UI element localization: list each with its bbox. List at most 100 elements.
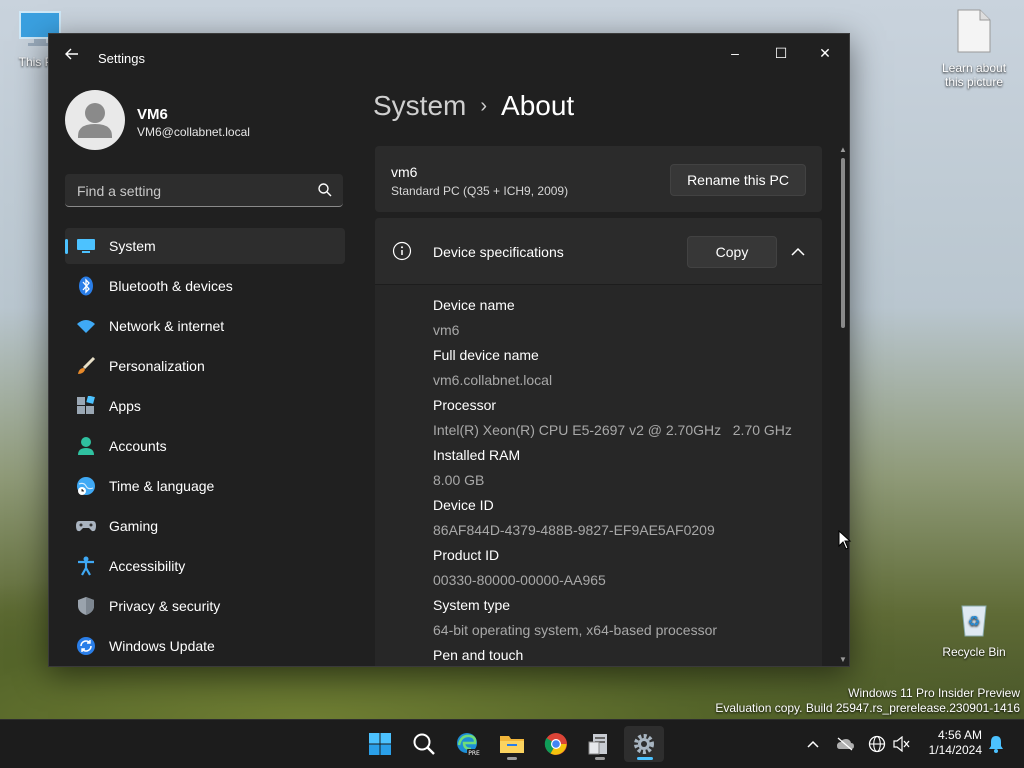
pc-name-card: vm6 Standard PC (Q35 + ICH9, 2009) Renam… [375,146,822,212]
scroll-down-icon[interactable]: ▼ [839,656,847,664]
desktop-icon-learn-picture[interactable]: Learn about this picture [936,8,1012,89]
sidebar-item-label: Time & language [109,478,215,494]
shield-icon [75,595,97,617]
spec-value: 8.00 GB [433,472,485,488]
search-icon [413,733,435,755]
scroll-up-icon[interactable]: ▲ [839,146,847,154]
spec-value: vm6 [433,322,460,338]
spec-value: vm6.collabnet.local [433,372,553,388]
spec-value: 64-bit operating system, x64-based proce… [433,622,718,638]
gear-icon [634,734,654,754]
breadcrumb-parent[interactable]: System [373,90,466,122]
sidebar-item-bluetooth[interactable]: Bluetooth & devices [65,268,345,304]
system-clock[interactable]: 4:56 AM 1/14/2024 [929,728,982,758]
wifi-icon [75,315,97,337]
back-arrow-icon [65,48,78,60]
sidebar-item-accessibility[interactable]: Accessibility [65,548,345,584]
desktop-icon-label: Learn about this picture [941,61,1007,89]
sidebar-item-gaming[interactable]: Gaming [65,508,345,544]
sidebar-item-network[interactable]: Network & internet [65,308,345,344]
edge-app[interactable]: PRE [448,726,488,762]
spec-label: Pen and touch [433,647,524,663]
spec-label: Processor [433,397,497,413]
user-avatar-icon [78,103,112,138]
watermark-line-2: Evaluation copy. Build 25947.rs_prerelea… [715,701,1020,715]
minimize-button[interactable]: – [713,38,757,68]
close-button[interactable]: ✕ [803,38,847,68]
volume-muted-icon[interactable] [892,734,912,754]
spec-label: Device name [433,297,515,313]
profile-name: VM6 [137,106,168,123]
search-input[interactable] [75,174,309,208]
sidebar-item-label: Gaming [109,518,159,534]
page-title: About [501,90,575,121]
file-explorer-app[interactable] [492,726,532,762]
search-box[interactable] [65,174,343,208]
pc-model: Standard PC (Q35 + ICH9, 2009) [391,184,569,198]
settings-app[interactable] [624,726,664,762]
network-globe-icon[interactable] [867,734,887,754]
maximize-icon: ☐ [774,45,788,61]
document-icon [936,8,1012,57]
spec-label: Device ID [433,497,494,513]
sidebar-item-privacy[interactable]: Privacy & security [65,588,345,624]
scrollbar[interactable]: ▲ ▼ [838,146,848,664]
maximize-button[interactable]: ☐ [759,38,803,68]
spec-label: System type [433,597,511,613]
chevron-up-icon[interactable] [788,242,808,262]
search-icon[interactable] [317,182,333,198]
chevron-up-icon[interactable] [803,734,823,754]
notification-bell-icon[interactable] [986,734,1006,754]
sidebar-item-label: Bluetooth & devices [109,278,233,294]
sidebar-item-apps[interactable]: Apps [65,388,345,424]
watermark-line-1: Windows 11 Pro Insider Preview [848,686,1020,700]
brush-icon [75,355,97,377]
sidebar-item-accounts[interactable]: Accounts [65,428,345,464]
sidebar-item-windows-update[interactable]: Windows Update [65,628,345,664]
avatar[interactable] [65,90,125,150]
chrome-icon [544,733,567,755]
settings-window: Settings – ☐ ✕ VM6 VM6@collabnet.local S… [48,33,850,667]
desktop-icon-label: Recycle Bin [942,645,1006,659]
chrome-app[interactable] [536,726,576,762]
active-indicator [637,757,653,760]
windows-logo-icon [369,733,391,755]
spec-value: 00330-80000-00000-AA965 [433,572,606,588]
device-specifications-header[interactable]: Device specifications Copy [375,218,822,285]
start-button[interactable] [360,726,400,762]
copy-button[interactable]: Copy [687,236,777,268]
sidebar-item-system[interactable]: System [65,228,345,264]
time-language-icon [75,475,97,497]
onedrive-offline-icon[interactable] [835,734,855,754]
close-icon: ✕ [819,45,831,61]
sidebar-item-personalization[interactable]: Personalization [65,348,345,384]
sidebar-item-label: Windows Update [109,638,215,654]
sidebar-item-label: Accounts [109,438,167,454]
scroll-thumb[interactable] [841,158,845,328]
search-button[interactable] [404,726,444,762]
device-specifications-card: Device specifications Copy Device name v… [375,218,822,666]
sidebar-item-label: Network & internet [109,318,225,334]
accounts-icon [75,435,97,457]
rename-pc-button[interactable]: Rename this PC [670,164,806,196]
back-button[interactable] [61,46,83,68]
apps-icon [75,395,97,417]
evaluation-watermark: Windows 11 Pro Insider Preview Evaluatio… [715,686,1020,716]
sidebar-item-time-language[interactable]: Time & language [65,468,345,504]
recycle-bin-icon: ♻ [936,600,1012,641]
sidebar-item-label: Personalization [109,358,205,374]
server-app[interactable] [580,726,620,762]
desktop-icon-recycle-bin[interactable]: ♻ Recycle Bin [936,600,1012,659]
server-manager-icon [588,734,607,755]
taskbar: PRE 4:56 AM 1/14/2024 [0,719,1024,768]
profile-email: VM6@collabnet.local [137,125,250,139]
sidebar-item-label: Accessibility [109,558,186,574]
pc-name: vm6 [391,164,418,180]
spec-label: Product ID [433,547,500,563]
edge-browser-icon: PRE [457,733,481,757]
device-specifications-title: Device specifications [433,244,564,260]
title-bar[interactable]: Settings – ☐ ✕ [49,34,849,82]
spec-label: Full device name [433,347,539,363]
spec-value: Intel(R) Xeon(R) CPU E5-2697 v2 @ 2.70GH… [433,422,792,438]
clock-date: 1/14/2024 [928,743,982,757]
